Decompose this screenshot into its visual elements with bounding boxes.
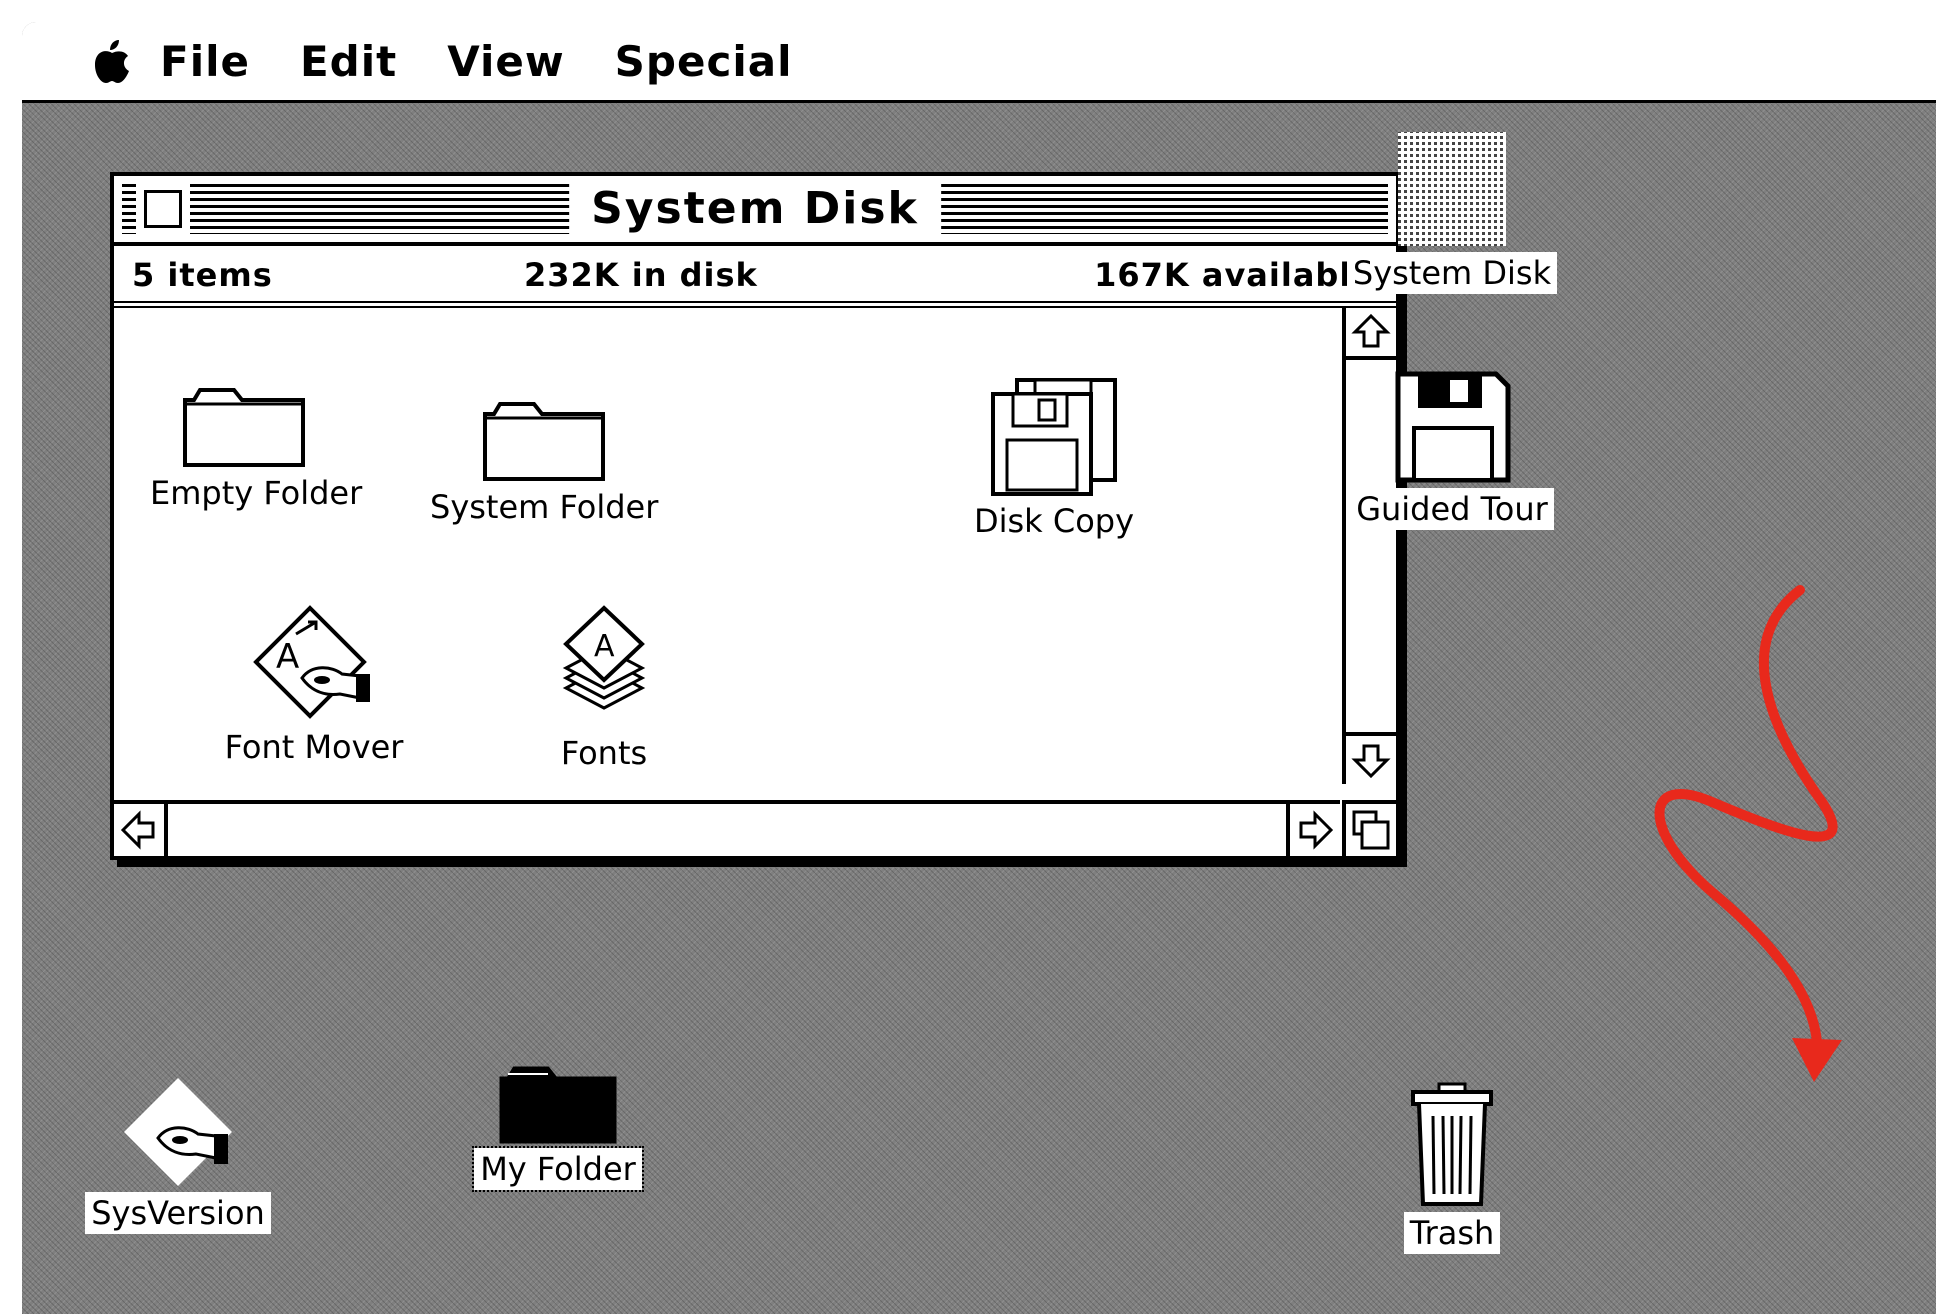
item-count: 5 items — [132, 256, 273, 294]
apple-icon — [95, 40, 129, 83]
folder-name-field[interactable]: My Folder — [472, 1146, 644, 1192]
guided-tour-disk[interactable]: Guided Tour — [1332, 370, 1572, 530]
icon-label: SysVersion — [85, 1192, 271, 1234]
scroll-right-arrow[interactable] — [1286, 804, 1340, 856]
arrow-right-icon — [1299, 810, 1334, 850]
size-box[interactable] — [1342, 800, 1396, 856]
floppy-disk-icon — [1395, 371, 1511, 483]
menu-file[interactable]: File — [160, 37, 250, 86]
icon-label: Empty Folder — [150, 474, 363, 512]
arrow-down-icon — [1351, 744, 1391, 779]
scroll-up-arrow[interactable] — [1346, 308, 1396, 360]
my-folder[interactable]: My Folder — [458, 1060, 658, 1192]
apple-menu[interactable] — [90, 37, 134, 85]
menu-view[interactable]: View — [447, 37, 564, 86]
annotation-arrow — [1654, 585, 1842, 1082]
folder-icon — [183, 388, 305, 467]
sysversion-icon — [124, 1078, 232, 1186]
horizontal-scrollbar[interactable] — [114, 800, 1340, 856]
window-title: System Disk — [569, 183, 941, 235]
window-title-bar[interactable]: System Disk — [114, 176, 1396, 246]
scroll-down-arrow[interactable] — [1346, 732, 1396, 784]
empty-folder[interactable]: Empty Folder — [144, 380, 362, 514]
icon-label: System Folder — [430, 488, 659, 526]
resize-icon — [1352, 810, 1390, 850]
menu-edit[interactable]: Edit — [300, 37, 397, 86]
window-info-bar: 5 items 232K in disk 167K available — [114, 246, 1396, 308]
folder-icon — [483, 402, 605, 481]
icon-label: Guided Tour — [1350, 488, 1554, 530]
disk-copy-icon — [991, 378, 1117, 496]
trash-can[interactable]: Trash — [1382, 1082, 1522, 1254]
font-mover-icon: A — [253, 605, 370, 719]
arrow-left-icon — [120, 810, 155, 850]
sysversion-app[interactable]: SysVersion — [78, 1076, 278, 1234]
system-folder[interactable]: System Folder — [424, 394, 664, 528]
icon-label: System Disk — [1346, 252, 1558, 294]
svg-text:A: A — [594, 629, 615, 664]
desktop: File Edit View Special System Disk 5 ite… — [22, 22, 1936, 1314]
arrow-up-icon — [1351, 313, 1391, 348]
system-disk-icon[interactable]: System Disk — [1332, 130, 1572, 294]
folder-icon — [499, 1066, 617, 1144]
hard-disk-icon — [1398, 132, 1506, 246]
icon-label: Trash — [1403, 1212, 1501, 1254]
finder-window: System Disk 5 items 232K in disk 167K av… — [110, 172, 1400, 860]
font-mover-app[interactable]: A Font Mover — [214, 604, 414, 768]
svg-text:A: A — [276, 637, 299, 677]
close-box[interactable] — [136, 182, 190, 236]
fonts-icon: A — [562, 605, 646, 710]
menu-bar: File Edit View Special — [22, 22, 1936, 103]
trash-icon — [1411, 1082, 1493, 1206]
scroll-left-arrow[interactable] — [114, 804, 168, 856]
icon-label: Disk Copy — [973, 502, 1135, 540]
icon-label: Font Mover — [224, 728, 404, 766]
fonts-file[interactable]: A Fonts — [524, 604, 684, 774]
disk-copy-app[interactable]: Disk Copy — [954, 376, 1154, 542]
window-content: Empty Folder System Folder Disk Copy A F… — [114, 308, 1340, 784]
disk-used: 232K in disk — [524, 256, 758, 294]
menu-special[interactable]: Special — [615, 37, 793, 86]
icon-label: Fonts — [560, 734, 648, 772]
